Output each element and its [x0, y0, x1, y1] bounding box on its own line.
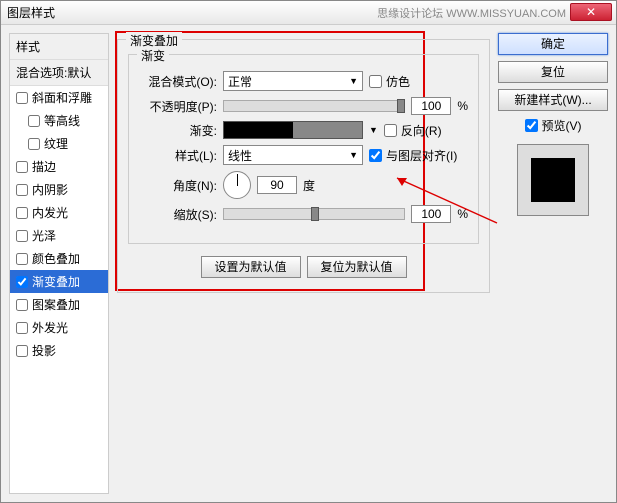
preview-swatch [531, 158, 575, 202]
sidebar-label-6: 光泽 [32, 227, 56, 244]
reset-default-button[interactable]: 复位为默认值 [307, 256, 407, 278]
sidebar-checkbox-9[interactable] [16, 299, 28, 311]
sidebar-item-11[interactable]: 投影 [10, 339, 108, 362]
sidebar-checkbox-11[interactable] [16, 345, 28, 357]
make-default-button[interactable]: 设置为默认值 [201, 256, 301, 278]
sidebar-checkbox-2[interactable] [28, 138, 40, 150]
sidebar-label-10: 外发光 [32, 319, 68, 336]
sidebar-label-1: 等高线 [44, 112, 80, 129]
gradient-inner-group: 渐变 混合模式(O): 正常▼ 仿色 不透明度(P): 100 % 渐变: [128, 54, 479, 244]
angle-wheel[interactable] [223, 171, 251, 199]
center-panel: 渐变叠加 渐变 混合模式(O): 正常▼ 仿色 不透明度(P): 100 % [117, 33, 490, 494]
scale-label: 缩放(S): [139, 206, 217, 223]
chevron-down-icon: ▼ [349, 76, 358, 86]
blend-mode-label: 混合模式(O): [139, 73, 217, 90]
dither-checkbox[interactable]: 仿色 [369, 73, 410, 90]
sidebar-label-4: 内阴影 [32, 181, 68, 198]
gradient-picker[interactable] [223, 121, 363, 139]
sidebar-item-6[interactable]: 光泽 [10, 224, 108, 247]
sidebar-label-9: 图案叠加 [32, 296, 80, 313]
align-checkbox[interactable]: 与图层对齐(I) [369, 147, 457, 164]
sidebar-item-2[interactable]: 纹理 [10, 132, 108, 155]
right-buttons: 确定 复位 新建样式(W)... 预览(V) [498, 33, 608, 494]
opacity-label: 不透明度(P): [139, 98, 217, 115]
angle-label: 角度(N): [139, 177, 217, 194]
sidebar-checkbox-1[interactable] [28, 115, 40, 127]
close-button[interactable]: ✕ [570, 3, 612, 21]
new-style-button[interactable]: 新建样式(W)... [498, 89, 608, 111]
styles-sidebar: 样式 混合选项:默认 斜面和浮雕等高线纹理描边内阴影内发光光泽颜色叠加渐变叠加图… [9, 33, 109, 494]
sidebar-checkbox-7[interactable] [16, 253, 28, 265]
sidebar-checkbox-0[interactable] [16, 92, 28, 104]
sidebar-checkbox-4[interactable] [16, 184, 28, 196]
sidebar-checkbox-10[interactable] [16, 322, 28, 334]
preview-box [517, 144, 589, 216]
sidebar-label-8: 渐变叠加 [32, 273, 80, 290]
sidebar-item-8[interactable]: 渐变叠加 [10, 270, 108, 293]
scale-slider[interactable] [223, 208, 405, 220]
sidebar-header-styles[interactable]: 样式 [10, 34, 108, 60]
gradient-overlay-group: 渐变叠加 渐变 混合模式(O): 正常▼ 仿色 不透明度(P): 100 % [117, 39, 490, 293]
chevron-down-icon: ▼ [349, 150, 358, 160]
sidebar-checkbox-3[interactable] [16, 161, 28, 173]
sidebar-item-1[interactable]: 等高线 [10, 109, 108, 132]
opacity-value[interactable]: 100 [411, 97, 451, 115]
sidebar-item-9[interactable]: 图案叠加 [10, 293, 108, 316]
sidebar-label-5: 内发光 [32, 204, 68, 221]
sidebar-label-2: 纹理 [44, 135, 68, 152]
titlebar: 图层样式 思缘设计论坛 WWW.MISSYUAN.COM ✕ [1, 1, 616, 25]
sidebar-checkbox-8[interactable] [16, 276, 28, 288]
cancel-button[interactable]: 复位 [498, 61, 608, 83]
style-dropdown[interactable]: 线性▼ [223, 145, 363, 165]
gradient-label: 渐变: [139, 122, 217, 139]
sidebar-checkbox-5[interactable] [16, 207, 28, 219]
preview-checkbox[interactable]: 预览(V) [498, 117, 608, 134]
ok-button[interactable]: 确定 [498, 33, 608, 55]
sidebar-checkbox-6[interactable] [16, 230, 28, 242]
sidebar-label-3: 描边 [32, 158, 56, 175]
chevron-down-icon[interactable]: ▼ [369, 125, 378, 135]
sidebar-label-7: 颜色叠加 [32, 250, 80, 267]
opacity-slider[interactable] [223, 100, 405, 112]
sidebar-header-blend[interactable]: 混合选项:默认 [10, 60, 108, 86]
sidebar-item-5[interactable]: 内发光 [10, 201, 108, 224]
sidebar-item-3[interactable]: 描边 [10, 155, 108, 178]
blend-mode-dropdown[interactable]: 正常▼ [223, 71, 363, 91]
sidebar-label-0: 斜面和浮雕 [32, 89, 92, 106]
style-label: 样式(L): [139, 147, 217, 164]
sidebar-item-7[interactable]: 颜色叠加 [10, 247, 108, 270]
scale-value[interactable]: 100 [411, 205, 451, 223]
sidebar-item-0[interactable]: 斜面和浮雕 [10, 86, 108, 109]
angle-value[interactable]: 90 [257, 176, 297, 194]
reverse-checkbox[interactable]: 反向(R) [384, 122, 442, 139]
sidebar-item-10[interactable]: 外发光 [10, 316, 108, 339]
watermark: 思缘设计论坛 WWW.MISSYUAN.COM [377, 5, 566, 21]
inner-group-title: 渐变 [137, 47, 169, 64]
sidebar-label-11: 投影 [32, 342, 56, 359]
sidebar-item-4[interactable]: 内阴影 [10, 178, 108, 201]
